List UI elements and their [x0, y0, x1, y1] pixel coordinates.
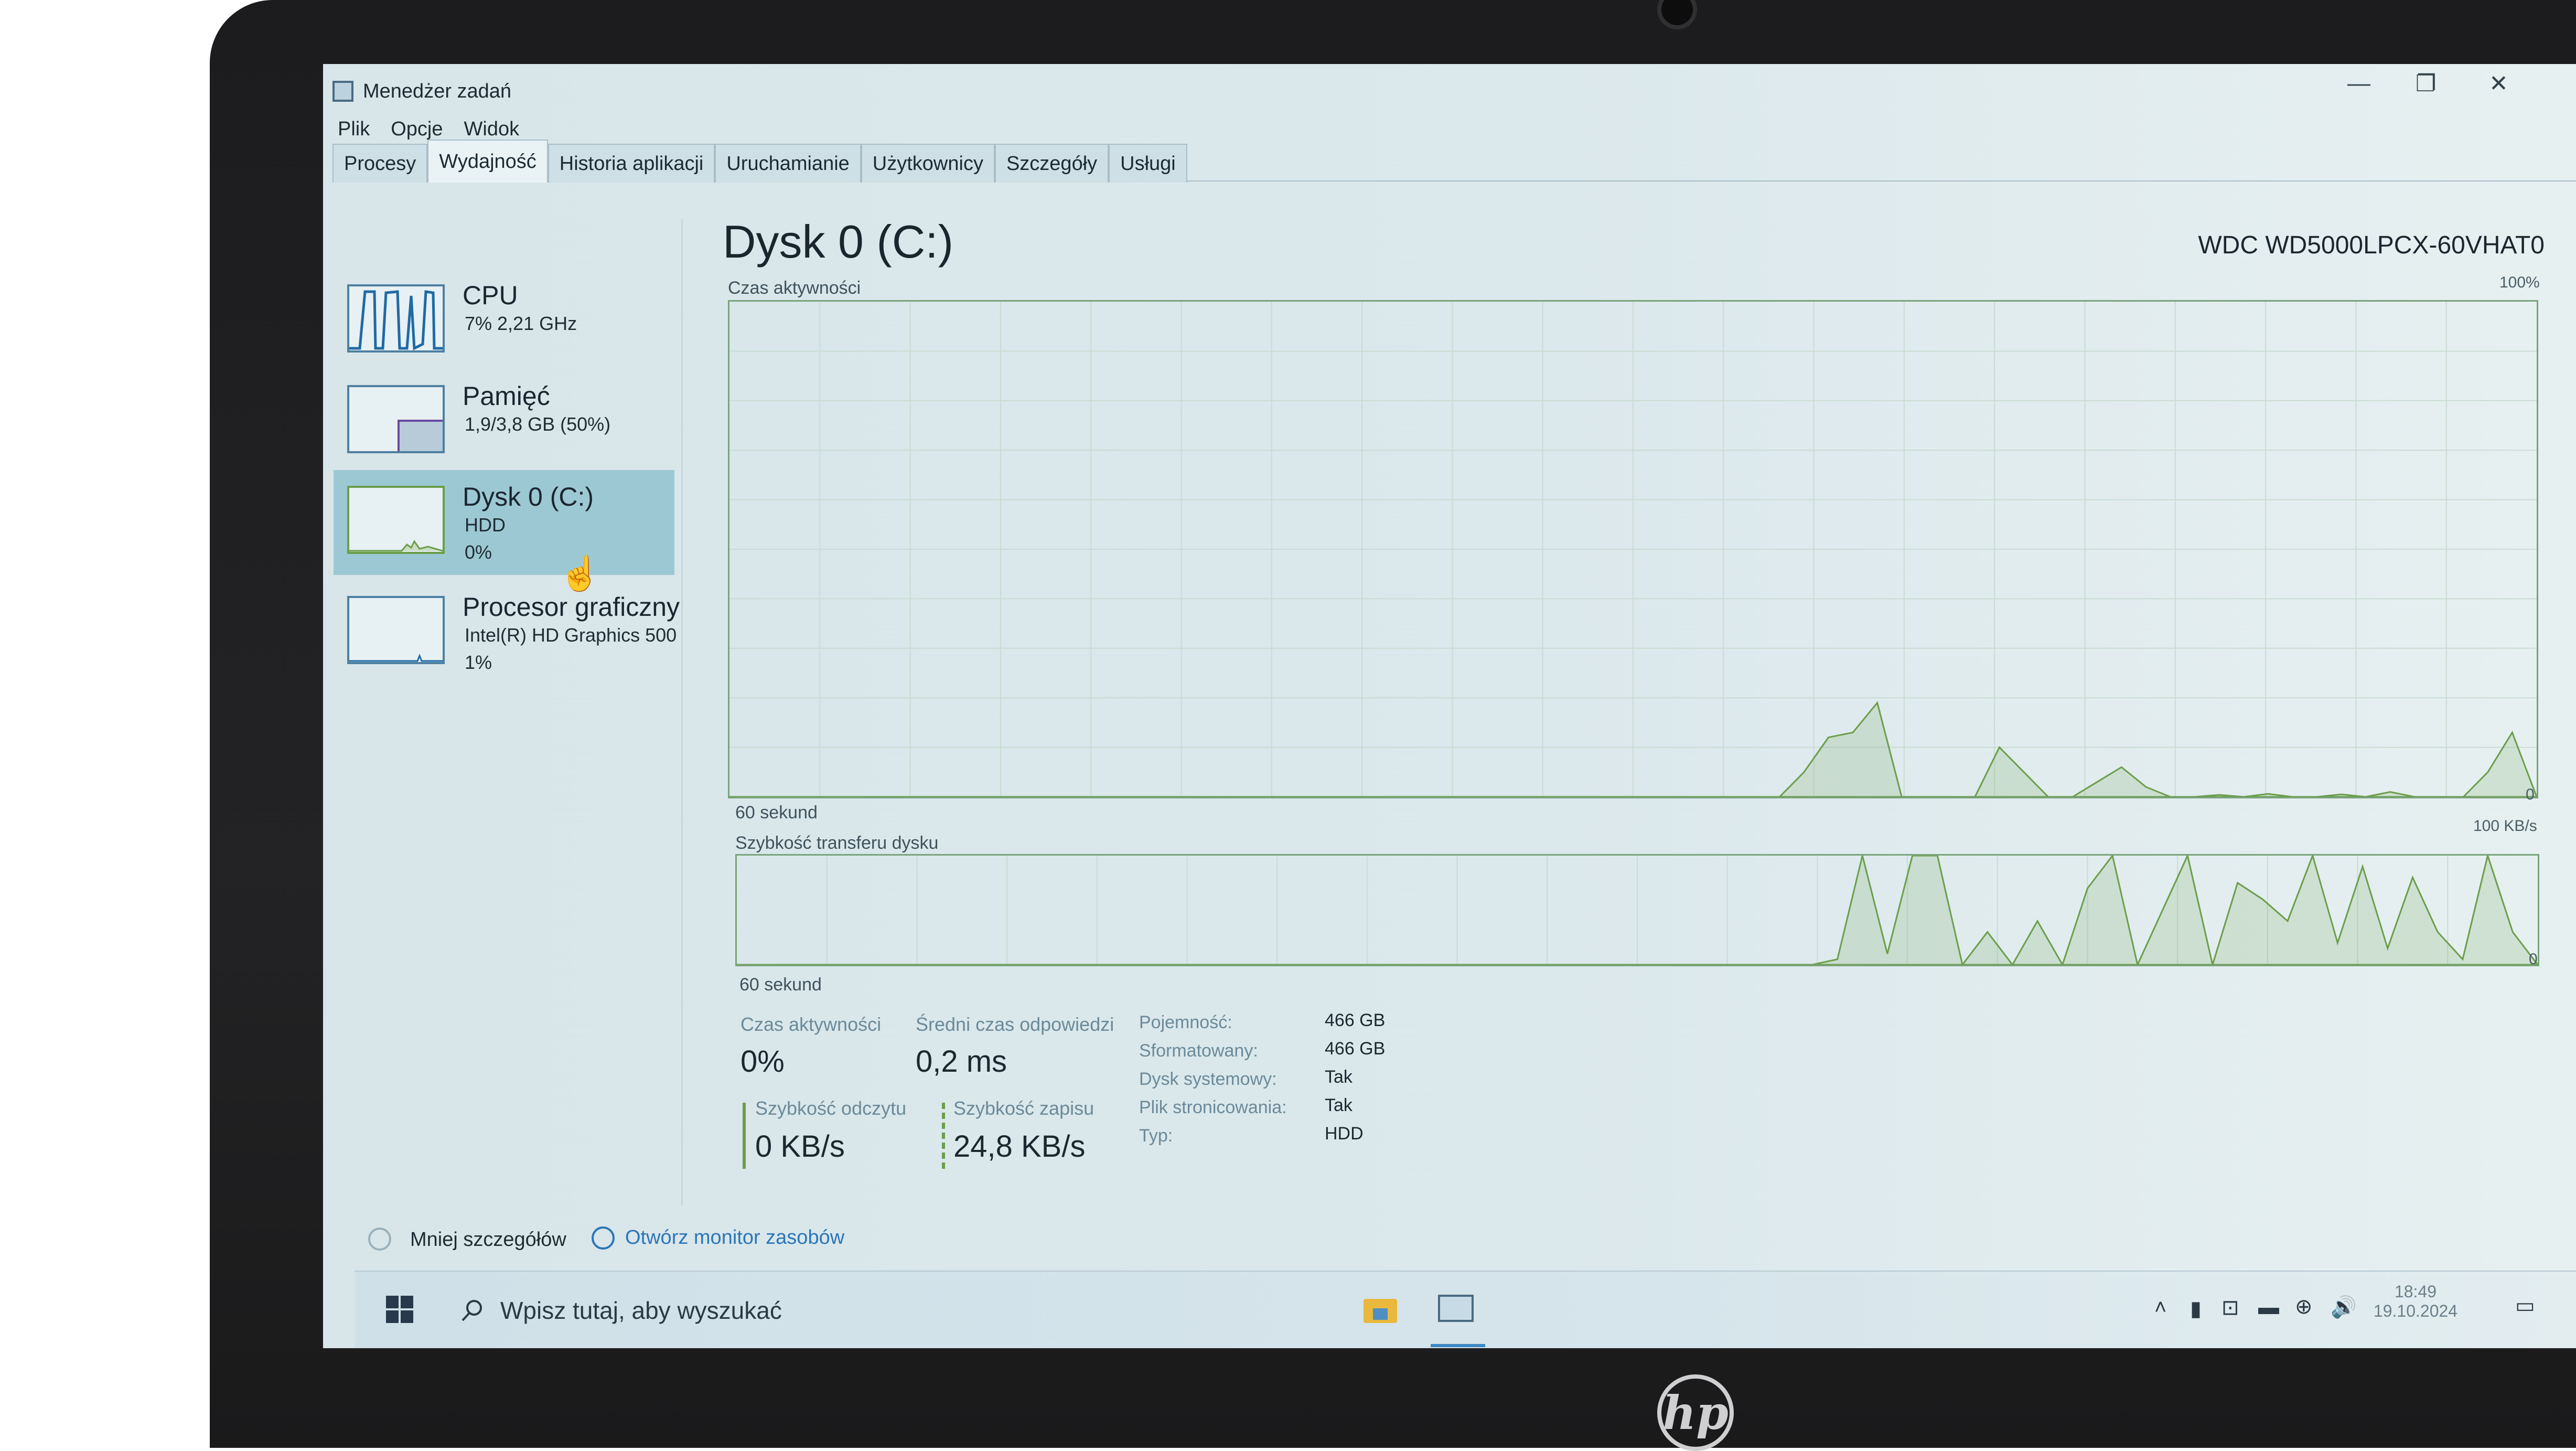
search-placeholder: Wpisz tutaj, aby wyszukać [500, 1297, 782, 1324]
graph-transfer-min: 0 [2529, 951, 2538, 968]
windows-start-icon[interactable] [386, 1296, 413, 1323]
perf-item-memory[interactable]: Pamięć 1,9/3,8 GB (50%) [334, 369, 674, 474]
graph-active-time-label: Czas aktywności [728, 278, 861, 298]
prop-page-file-value: Tak [1325, 1095, 1353, 1115]
perf-item-usage: 0% [465, 541, 492, 563]
graph-active-time-max: 100% [2499, 274, 2540, 291]
tab-services[interactable]: Usługi [1109, 144, 1187, 183]
disk-thumbnail [347, 486, 445, 554]
menu-view[interactable]: Widok [464, 118, 520, 141]
tab-startup[interactable]: Uruchamianie [715, 144, 861, 183]
tab-performance[interactable]: Wydajność [427, 140, 548, 183]
battery-icon[interactable]: ▬ [2258, 1296, 2279, 1319]
prop-type-label: Typ: [1139, 1126, 1173, 1146]
perf-item-name: Pamięć [463, 381, 550, 411]
chevron-up-icon[interactable] [368, 1228, 391, 1251]
prop-system-disk-value: Tak [1325, 1067, 1353, 1087]
search-icon [461, 1300, 482, 1321]
taskbar-search[interactable]: Wpisz tutaj, aby wyszukać [459, 1284, 1194, 1337]
perf-item-disk[interactable]: Dysk 0 (C:) HDD 0% ☝ [334, 470, 674, 592]
screen: Menedżer zadań — ❐ ✕ Plik Opcje Widok Pr… [323, 64, 2576, 1348]
clock-time: 18:49 [2394, 1282, 2437, 1301]
cpu-mini-graph [349, 290, 443, 350]
resource-monitor-icon [592, 1226, 615, 1250]
window-title: Menedżer zadań [363, 80, 512, 102]
write-speed-marker [942, 1103, 945, 1169]
taskbar-clock[interactable]: 18:49 19.10.2024 [2368, 1282, 2463, 1321]
active-time-stat-label: Czas aktywności [740, 1013, 882, 1035]
write-speed-label: Szybkość zapisu [953, 1097, 1094, 1119]
fewer-details-link[interactable]: Mniej szczegółów [410, 1229, 566, 1251]
maximize-button[interactable]: ❐ [2416, 70, 2436, 97]
graph-active-time-span: 60 sekund [735, 803, 818, 823]
graph-active-time-min: 0 [2526, 786, 2535, 803]
perf-item-name: Dysk 0 (C:) [463, 482, 594, 511]
prop-page-file-label: Plik stronicowania: [1139, 1097, 1287, 1117]
perf-item-sub: Intel(R) HD Graphics 500 [465, 624, 677, 646]
perf-item-usage: 1% [465, 652, 492, 673]
file-explorer-icon[interactable] [1359, 1287, 1401, 1329]
graph-transfer-max: 100 KB/s [2473, 817, 2537, 835]
network-globe-icon[interactable]: ⊕ [2295, 1295, 2313, 1319]
graph-transfer-span: 60 sekund [739, 975, 822, 995]
prop-capacity-label: Pojemność: [1139, 1012, 1232, 1032]
hp-logo: hp [1657, 1374, 1734, 1451]
menu-options[interactable]: Opcje [391, 118, 443, 141]
perf-item-name: Procesor graficzny [463, 592, 680, 622]
tab-processes[interactable]: Procesy [332, 144, 428, 183]
gpu-thumbnail [347, 596, 445, 664]
task-manager-icon [332, 81, 353, 102]
perf-item-sub: 7% 2,21 GHz [465, 313, 577, 334]
memory-fill [398, 420, 443, 451]
show-hidden-icons-icon[interactable]: ˄ [2154, 1296, 2166, 1319]
read-speed-label: Szybkość odczytu [755, 1097, 907, 1119]
task-manager-taskbar-icon[interactable] [1431, 1287, 1485, 1347]
disk-model: WDC WD5000LPCX-60VHAT0 [2198, 231, 2545, 259]
perf-item-sub: 1,9/3,8 GB (50%) [465, 413, 611, 435]
memory-thumbnail [347, 385, 445, 453]
read-speed-marker [743, 1103, 746, 1169]
prop-formatted-label: Sformatowany: [1139, 1041, 1258, 1061]
performance-list: CPU 7% 2,21 GHz Pamięć 1,9/3,8 GB (50%) … [334, 206, 690, 1202]
clock-date: 19.10.2024 [2373, 1301, 2458, 1320]
active-time-graph-canvas [729, 302, 2538, 798]
cpu-thumbnail [347, 284, 445, 353]
perf-item-name: CPU [463, 281, 518, 310]
write-speed-value: 24,8 KB/s [953, 1129, 1086, 1164]
taskbar: Wpisz tutaj, aby wyszukać ˄ ▮ ⊡ ▬ ⊕ 🔊 18… [355, 1271, 2576, 1348]
disk-mini-graph [349, 540, 443, 552]
disk-title: Dysk 0 (C:) [723, 216, 953, 268]
transfer-rate-graph-canvas [737, 852, 2540, 968]
minimize-button[interactable]: — [2347, 70, 2370, 97]
gpu-mini-graph [349, 653, 443, 662]
tab-users[interactable]: Użytkownicy [861, 144, 995, 183]
graph-transfer-label: Szybkość transferu dysku [735, 833, 939, 853]
perf-item-sub: HDD [465, 514, 506, 536]
tab-details[interactable]: Szczegóły [994, 144, 1109, 183]
open-resource-monitor-link[interactable]: Otwórz monitor zasobów [625, 1226, 844, 1249]
notifications-icon[interactable]: ▭ [2515, 1294, 2535, 1318]
active-time-graph [728, 300, 2538, 798]
prop-system-disk-label: Dysk systemowy: [1139, 1069, 1277, 1089]
title-bar: Menedżer zadań [323, 64, 2576, 119]
prop-formatted-value: 466 GB [1325, 1039, 1386, 1059]
active-time-stat-value: 0% [740, 1044, 785, 1079]
meet-now-icon[interactable]: ⊡ [2221, 1296, 2239, 1320]
perf-item-gpu[interactable]: Procesor graficzny Intel(R) HD Graphics … [334, 580, 680, 685]
webcam [1657, 0, 1697, 29]
avg-response-value: 0,2 ms [916, 1044, 1007, 1079]
read-speed-value: 0 KB/s [755, 1129, 845, 1164]
close-button[interactable]: ✕ [2489, 70, 2508, 97]
perf-item-cpu[interactable]: CPU 7% 2,21 GHz [334, 269, 674, 374]
tab-strip: Procesy Wydajność Historia aplikacji Uru… [332, 140, 1187, 183]
prop-type-value: HDD [1325, 1124, 1364, 1144]
transfer-rate-graph [735, 852, 2540, 968]
menu-file[interactable]: Plik [338, 118, 370, 141]
avg-response-label: Średni czas odpowiedzi [916, 1013, 1114, 1035]
tab-app-history[interactable]: Historia aplikacji [548, 144, 715, 183]
prop-capacity-value: 466 GB [1325, 1010, 1386, 1030]
tray-app-icon[interactable]: ▮ [2190, 1297, 2202, 1321]
volume-icon[interactable]: 🔊 [2331, 1295, 2357, 1319]
